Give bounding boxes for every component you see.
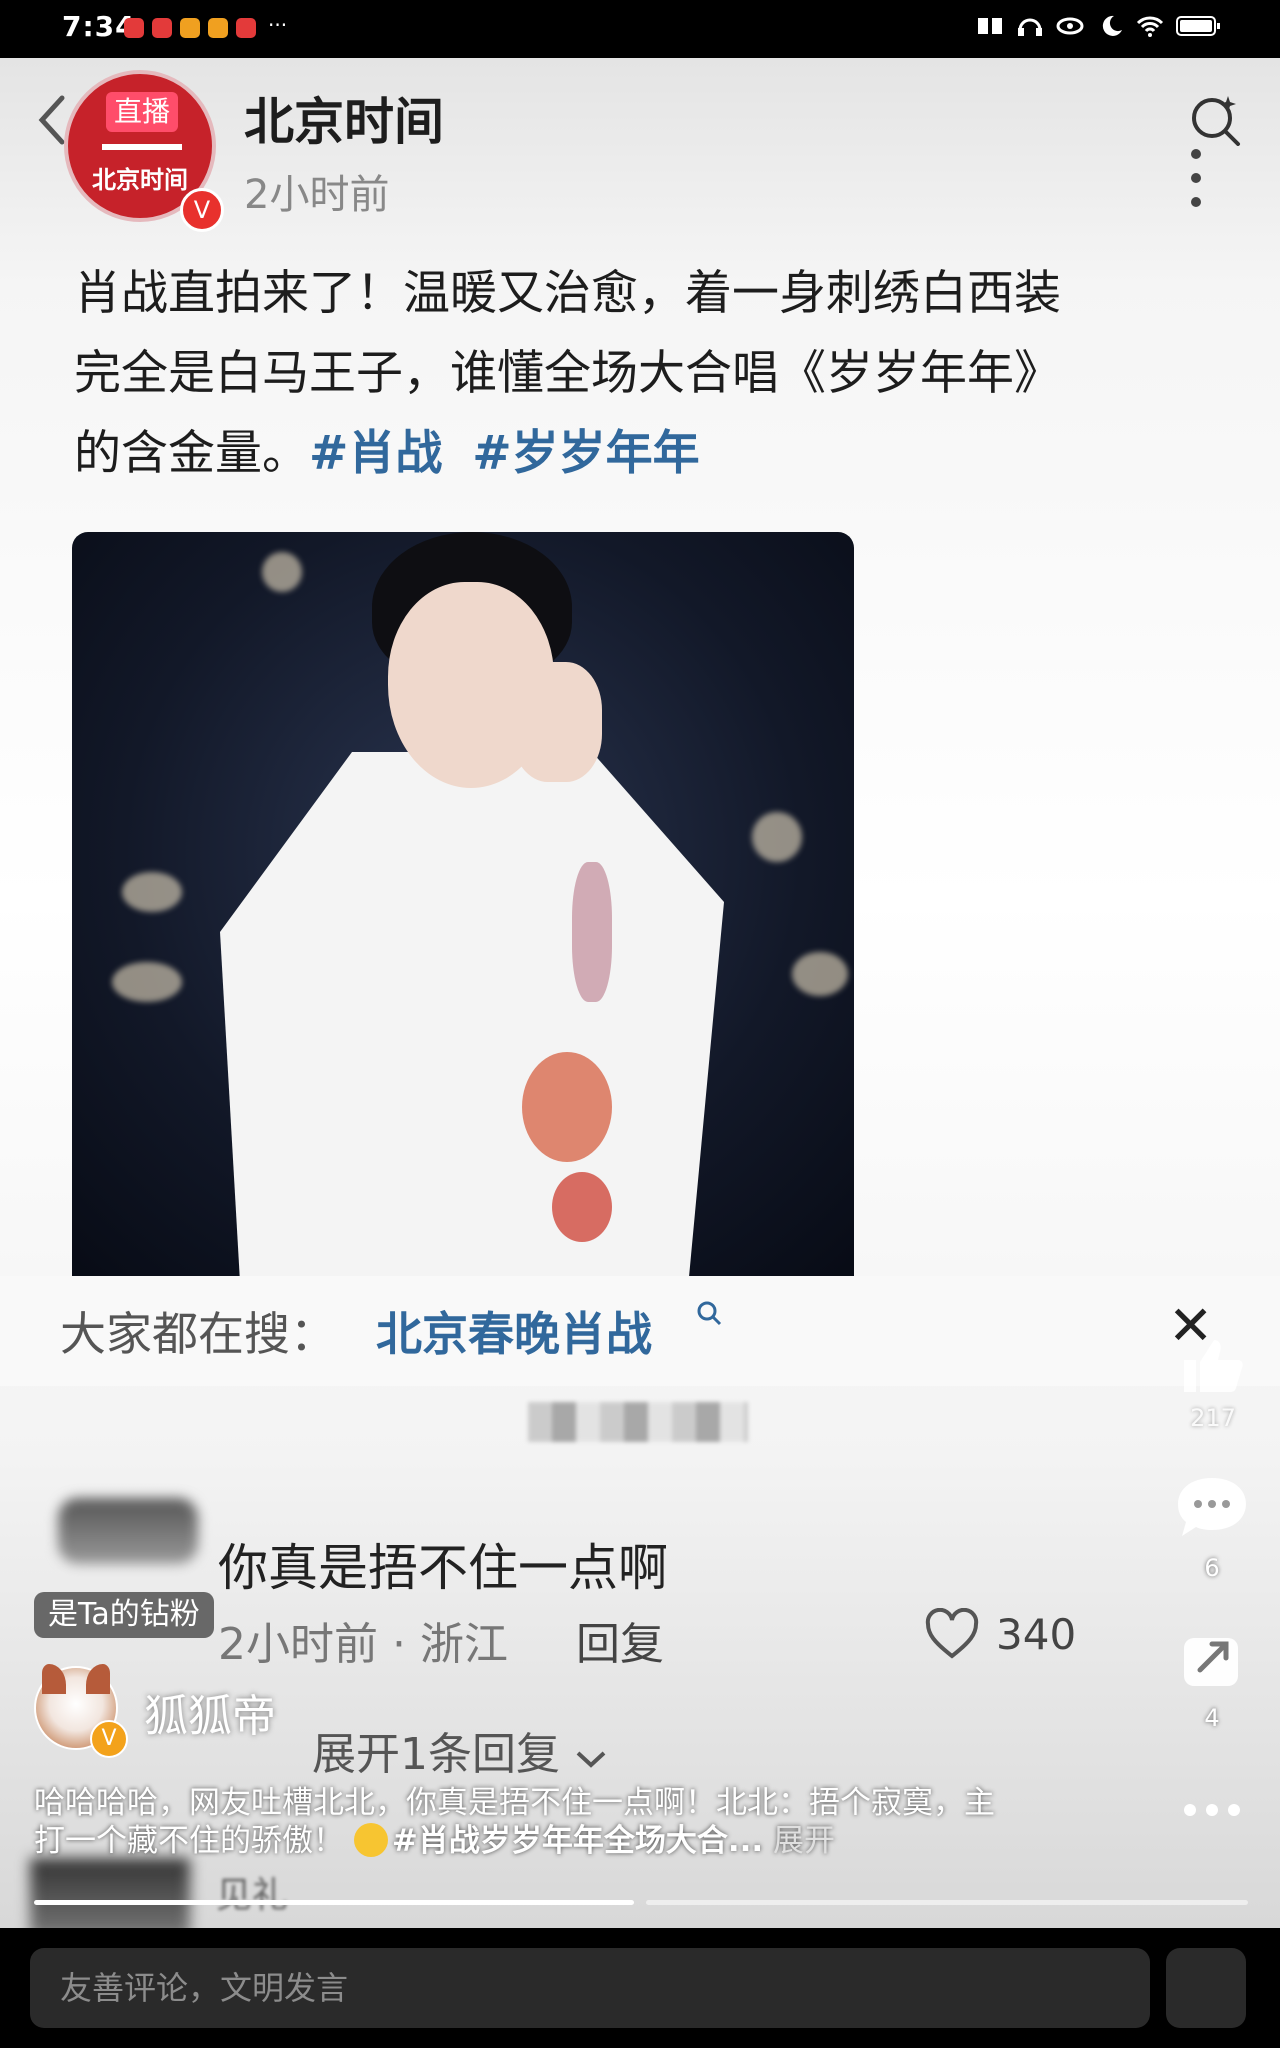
fan-badge: 是Ta的钻粉 [34,1592,214,1638]
app-notification-icon [236,18,256,38]
wifi-icon [1136,16,1164,37]
status-icons [976,14,1222,38]
battery-icon [1176,16,1220,36]
comment-text: 你真是捂不住一点啊 [218,1539,668,1597]
video-caption[interactable]: 哈哈哈哈，网友吐槽北北，你真是捂不住一点啊！北北：捂个寂寞，主打一个藏不住的骄傲… [34,1784,1014,1860]
op-username[interactable]: 狐狐帝 [144,1680,276,1744]
expand-replies-button[interactable]: 展开1条回复 [312,1718,608,1782]
comment-input[interactable]: 友善评论，文明发言 [30,1948,1150,2028]
search-icon [697,1301,722,1326]
live-tag: 直播 [106,92,178,132]
app-notification-icon [180,18,200,38]
caption-hashtag[interactable]: #肖战岁岁年年全场大合... [392,1823,763,1859]
media-progress-segment [646,1900,1248,1905]
hashtag-link[interactable]: #肖战 [309,426,442,481]
headphones-icon [1018,18,1042,36]
trending-search-bar: 大家都在搜： 北京春晚肖战 ✕ [0,1276,1280,1386]
laughing-emoji-icon [353,1823,388,1857]
faded-comment-text: 见礼 [216,1875,289,1916]
caption-expand-link[interactable]: 展开 [773,1823,835,1859]
blurred-avatar [30,1858,190,1928]
comment-count: 6 [1204,1554,1220,1582]
share-count: 4 [1204,1704,1220,1732]
thumbs-up-icon[interactable] [1178,1336,1248,1396]
book-icon [978,18,1002,34]
more-vertical-icon[interactable] [1190,148,1202,208]
shared-screenshot: 直播 北京时间 V 北京时间 2小时前 肖战直拍来了！温暖又治愈，着一身刺绣白西… [0,58,1280,1928]
app-notification-icon [124,18,144,38]
status-bar: 7:34 ··· [0,0,1280,58]
moon-icon [1102,15,1122,36]
author-name[interactable]: 北京时间 [244,82,444,154]
reply-button[interactable]: 回复 [576,1608,664,1672]
app-notification-icon [152,18,172,38]
search-icon[interactable] [1188,92,1242,146]
author-avatar[interactable]: 直播 北京时间 V [64,70,224,232]
media-progress-segment [34,1900,634,1905]
more-horizontal-icon[interactable] [1182,1800,1242,1820]
comment-bubble-icon[interactable] [1174,1474,1250,1544]
emoji-button[interactable] [1166,1948,1246,2028]
like-count: 217 [1190,1404,1236,1432]
comment-like-count: 340 [996,1610,1077,1659]
chevron-down-icon [576,1751,606,1768]
heart-icon[interactable] [924,1608,980,1660]
weibo-icon [208,18,228,38]
notification-icons: ··· [124,13,287,38]
trending-label: 大家都在搜： [60,1307,336,1361]
post-image[interactable] [72,532,854,1332]
eye-icon [1056,17,1084,35]
verified-badge: V [180,188,224,232]
share-icon[interactable] [1180,1628,1246,1690]
post-text: 肖战直拍来了！温暖又治愈，着一身刺绣白西装 完全是白马王子，谁懂全场大合唱《岁岁… [74,266,1061,481]
comment-meta: 2小时前 · 浙江 [218,1619,508,1670]
trending-search-link[interactable]: 北京春晚肖战 [376,1298,652,1364]
blurred-avatar [58,1498,198,1564]
verified-badge: V [90,1720,128,1758]
blurred-username [528,1402,748,1442]
post-time: 2小时前 [244,172,390,218]
hashtag-link[interactable]: #岁岁年年 [472,426,699,481]
bottom-comment-bar: 友善评论，文明发言 [0,1928,1280,2048]
more-notifications-icon: ··· [268,13,288,37]
